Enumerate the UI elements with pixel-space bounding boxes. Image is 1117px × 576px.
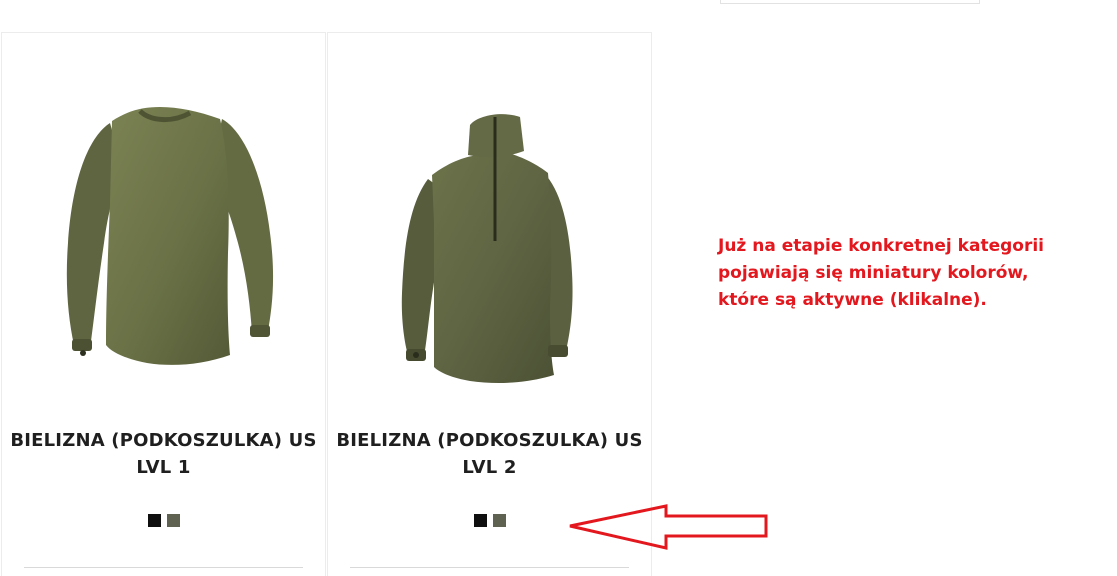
product-title-line1[interactable]: BIELIZNA (PODKOSZULKA) US <box>2 427 325 454</box>
product-title-line2[interactable]: LVL 2 <box>328 454 651 481</box>
product-card-lvl1[interactable]: BIELIZNA (PODKOSZULKA) US LVL 1 <box>1 32 326 576</box>
color-swatch-black[interactable] <box>473 514 487 527</box>
shirt-halfzip-image <box>401 114 573 383</box>
color-swatch-olive[interactable] <box>166 514 180 527</box>
product-image-lvl2[interactable] <box>358 93 623 383</box>
product-image-lvl1[interactable] <box>32 93 297 383</box>
category-page: BIELIZNA (PODKOSZULKA) US LVL 1 BIELIZNA… <box>0 0 1117 576</box>
arrow-left-icon <box>569 504 768 550</box>
product-title-line1[interactable]: BIELIZNA (PODKOSZULKA) US <box>328 427 651 454</box>
product-title-lvl2[interactable]: BIELIZNA (PODKOSZULKA) US LVL 2 <box>328 427 651 481</box>
annotation-line-2: pojawiają się miniatury kolorów, <box>718 263 1029 283</box>
product-title-lvl1[interactable]: BIELIZNA (PODKOSZULKA) US LVL 1 <box>2 427 325 481</box>
shirt-crewneck-image <box>66 107 274 365</box>
annotation-line-1: Już na etapie konkretnej kategorii <box>718 236 1044 256</box>
card-divider <box>350 567 629 568</box>
card-divider <box>24 567 303 568</box>
annotation-note: Już na etapie konkretnej kategorii pojaw… <box>718 233 1098 314</box>
product-title-line2[interactable]: LVL 1 <box>2 454 325 481</box>
color-swatches-lvl1 <box>2 514 325 527</box>
annotation-line-3: które są aktywne (klikalne). <box>718 290 987 310</box>
sort-select[interactable] <box>720 0 980 4</box>
product-card-lvl2[interactable]: BIELIZNA (PODKOSZULKA) US LVL 2 <box>327 32 652 576</box>
color-swatch-black[interactable] <box>147 514 161 527</box>
color-swatch-olive[interactable] <box>492 514 506 527</box>
